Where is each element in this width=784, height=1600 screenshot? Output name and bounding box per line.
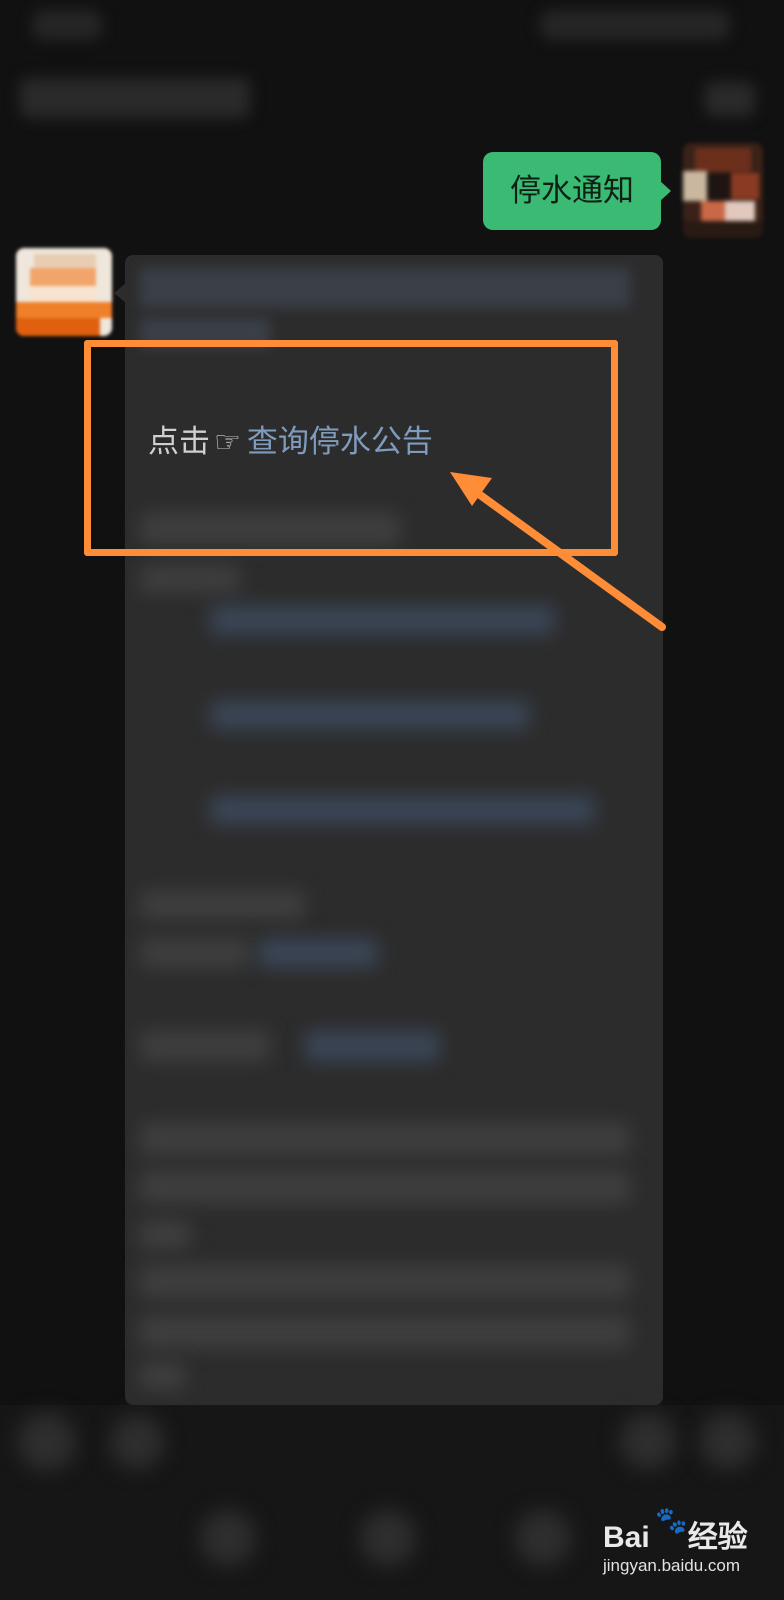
nav-recent-icon[interactable]	[515, 1510, 571, 1566]
baidu-jingyan-watermark: Bai 经验 🐾 jingyan.baidu.com	[603, 1506, 775, 1588]
keyboard-icon[interactable]	[110, 1415, 164, 1469]
voice-icon[interactable]	[18, 1413, 76, 1471]
more-icon[interactable]	[700, 1413, 756, 1469]
nav-home-icon[interactable]	[360, 1510, 416, 1566]
watermark-url: jingyan.baidu.com	[603, 1556, 741, 1575]
nav-back-icon[interactable]	[200, 1510, 256, 1566]
annotation-arrow-icon	[450, 472, 666, 631]
paw-icon: 🐾	[655, 1506, 688, 1536]
emoji-icon[interactable]	[620, 1413, 676, 1469]
